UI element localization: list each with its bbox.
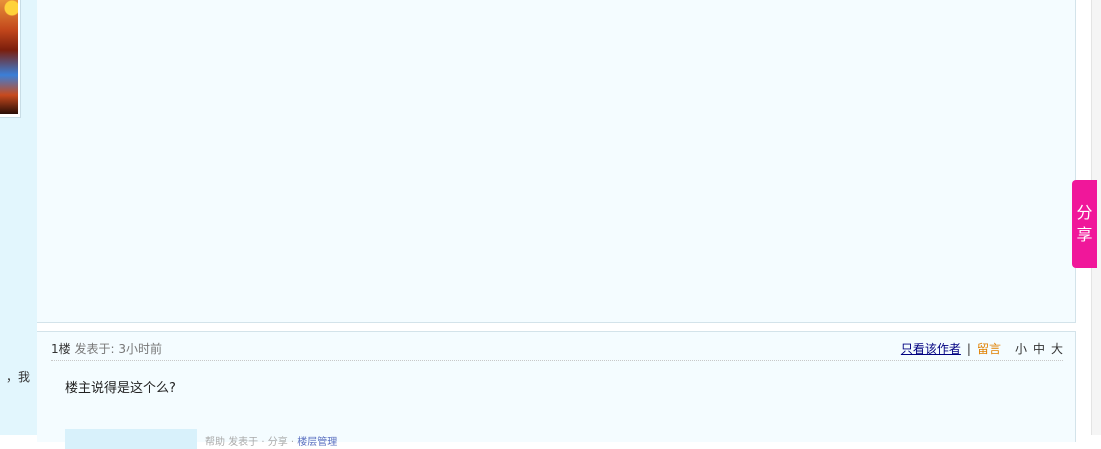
footer-meta: 帮助 发表于 · 分享 · [205, 437, 298, 448]
posted-label: 发表于: [74, 342, 115, 356]
font-size-large[interactable]: 大 [1051, 342, 1063, 356]
avatar-image [0, 0, 18, 114]
separator: | [966, 342, 971, 356]
post-meta: 1楼 发表于: 3小时前 [51, 340, 162, 357]
font-size-medium[interactable]: 中 [1033, 342, 1045, 356]
comment-link[interactable]: 留言 [977, 342, 1001, 356]
reply-footer: 帮助 发表于 · 分享 · 楼层管理 [205, 433, 337, 448]
share-label-1: 分 [1076, 203, 1093, 222]
avatar[interactable] [0, 0, 21, 118]
only-author-link[interactable]: 只看该作者 [901, 342, 961, 356]
post-time: 3小时前 [118, 342, 162, 356]
reply-body: 楼主说得是这个么? [65, 381, 176, 396]
post-actions: 只看该作者 | 留言小中大 [901, 340, 1063, 357]
original-post-content [37, 0, 1076, 323]
left-column-text: ，我 [5, 370, 30, 384]
signature-box [65, 429, 197, 449]
reply-post: 1楼 发表于: 3小时前 只看该作者 | 留言小中大 楼主说得是这个么? 帮助 发表… [37, 331, 1076, 449]
left-user-column: ，我 [0, 0, 37, 435]
share-button[interactable]: 分 享 [1072, 180, 1097, 268]
footer-link[interactable]: 楼层管理 [297, 437, 337, 448]
share-label-2: 享 [1076, 225, 1093, 244]
font-size-small[interactable]: 小 [1015, 342, 1027, 356]
floor-number: 1楼 [51, 342, 71, 356]
reply-header: 1楼 发表于: 3小时前 只看该作者 | 留言小中大 [51, 340, 1063, 361]
